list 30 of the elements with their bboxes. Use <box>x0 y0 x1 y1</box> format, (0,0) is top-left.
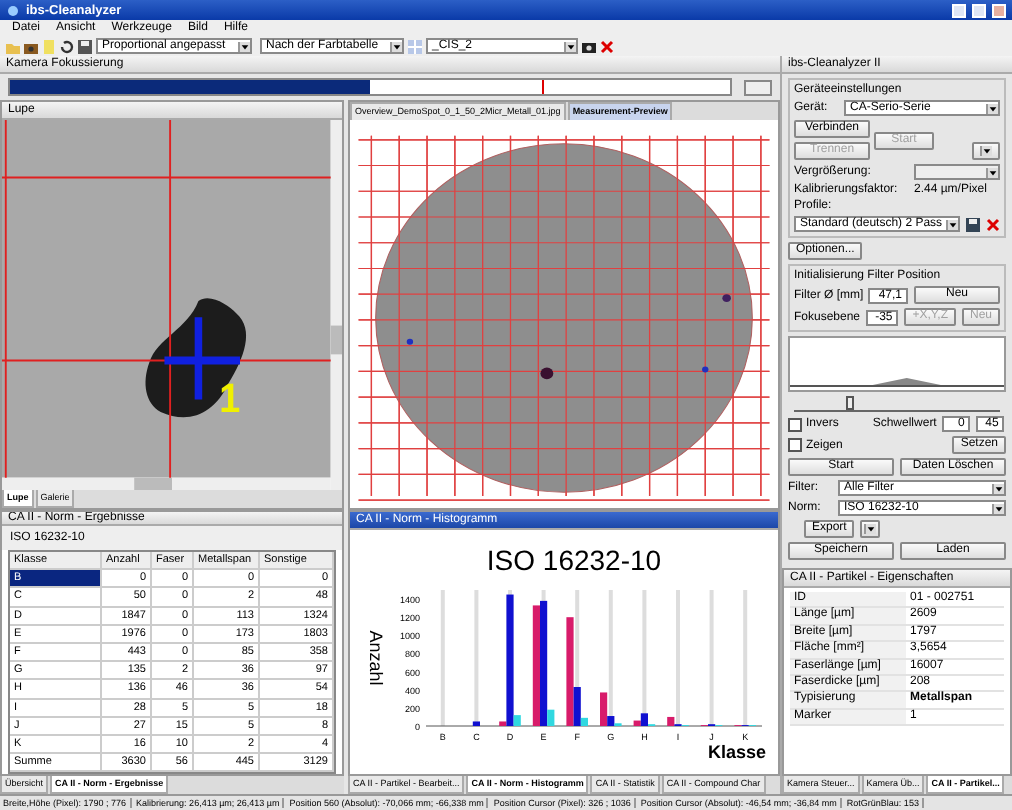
caret-icon <box>986 167 998 177</box>
caret-icon <box>564 41 576 51</box>
dropdown-button[interactable] <box>860 520 881 538</box>
threshold-slider[interactable] <box>794 396 1000 412</box>
close-button[interactable] <box>992 3 1006 17</box>
save-icon[interactable] <box>78 39 92 53</box>
app-icon <box>6 3 20 17</box>
caret-icon <box>238 41 250 51</box>
histogram-bar <box>472 721 480 726</box>
x-axis-label: Klasse <box>707 742 766 762</box>
caret-icon <box>864 524 877 534</box>
caret-icon <box>992 503 1004 513</box>
caret-icon <box>986 103 998 113</box>
caret-icon <box>992 483 1004 493</box>
chart-title: ISO 16232-10 <box>486 544 662 576</box>
caret-icon <box>980 146 992 156</box>
focus-button[interactable] <box>744 79 772 95</box>
delete-icon[interactable] <box>986 217 1000 231</box>
save-icon[interactable] <box>966 217 980 231</box>
caret-icon <box>946 219 958 229</box>
refresh-icon[interactable] <box>60 39 74 53</box>
minimize-button[interactable] <box>952 3 966 17</box>
caret-icon <box>390 41 402 51</box>
camera-icon[interactable] <box>24 39 38 53</box>
dropdown-button[interactable] <box>972 142 1000 160</box>
delete-icon[interactable] <box>600 39 614 53</box>
maximize-button[interactable] <box>972 3 986 17</box>
snapshot-icon[interactable] <box>582 39 596 53</box>
y-axis-label: Anzahl <box>366 630 386 686</box>
particle-marker-label: 1 <box>219 376 241 423</box>
